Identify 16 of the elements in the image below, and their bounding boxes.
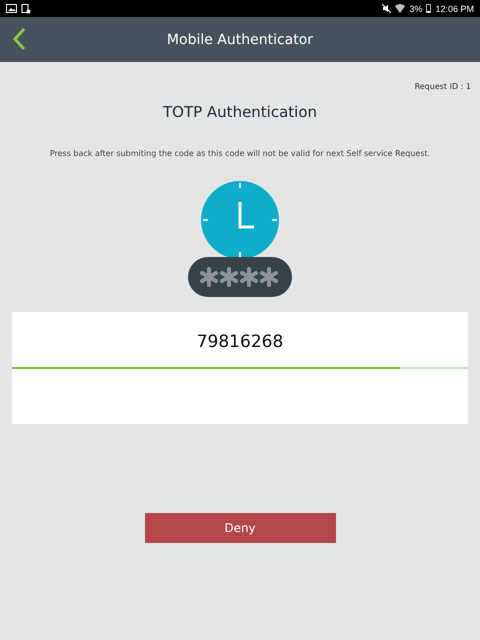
chevron-left-icon <box>12 27 26 51</box>
app-title: Mobile Authenticator <box>166 32 314 48</box>
otp-code: 79816268 <box>196 332 284 352</box>
back-button[interactable] <box>12 26 28 52</box>
battery-icon <box>426 4 432 13</box>
request-id: Request ID : 1 <box>414 82 471 91</box>
device-icon <box>21 4 31 14</box>
status-time: 12:06 PM <box>435 4 474 14</box>
battery-percent: 3% <box>409 4 422 14</box>
instruction-text: Press back after submiting the code as this code will not be valid for next Self service Request. <box>50 149 430 158</box>
clock-code-icon <box>187 180 293 298</box>
mute-icon <box>382 4 392 13</box>
deny-button[interactable]: Deny <box>144 513 336 543</box>
wifi-icon <box>395 4 406 13</box>
gallery-icon <box>6 4 17 13</box>
page-heading: TOTP Authentication <box>162 103 318 121</box>
